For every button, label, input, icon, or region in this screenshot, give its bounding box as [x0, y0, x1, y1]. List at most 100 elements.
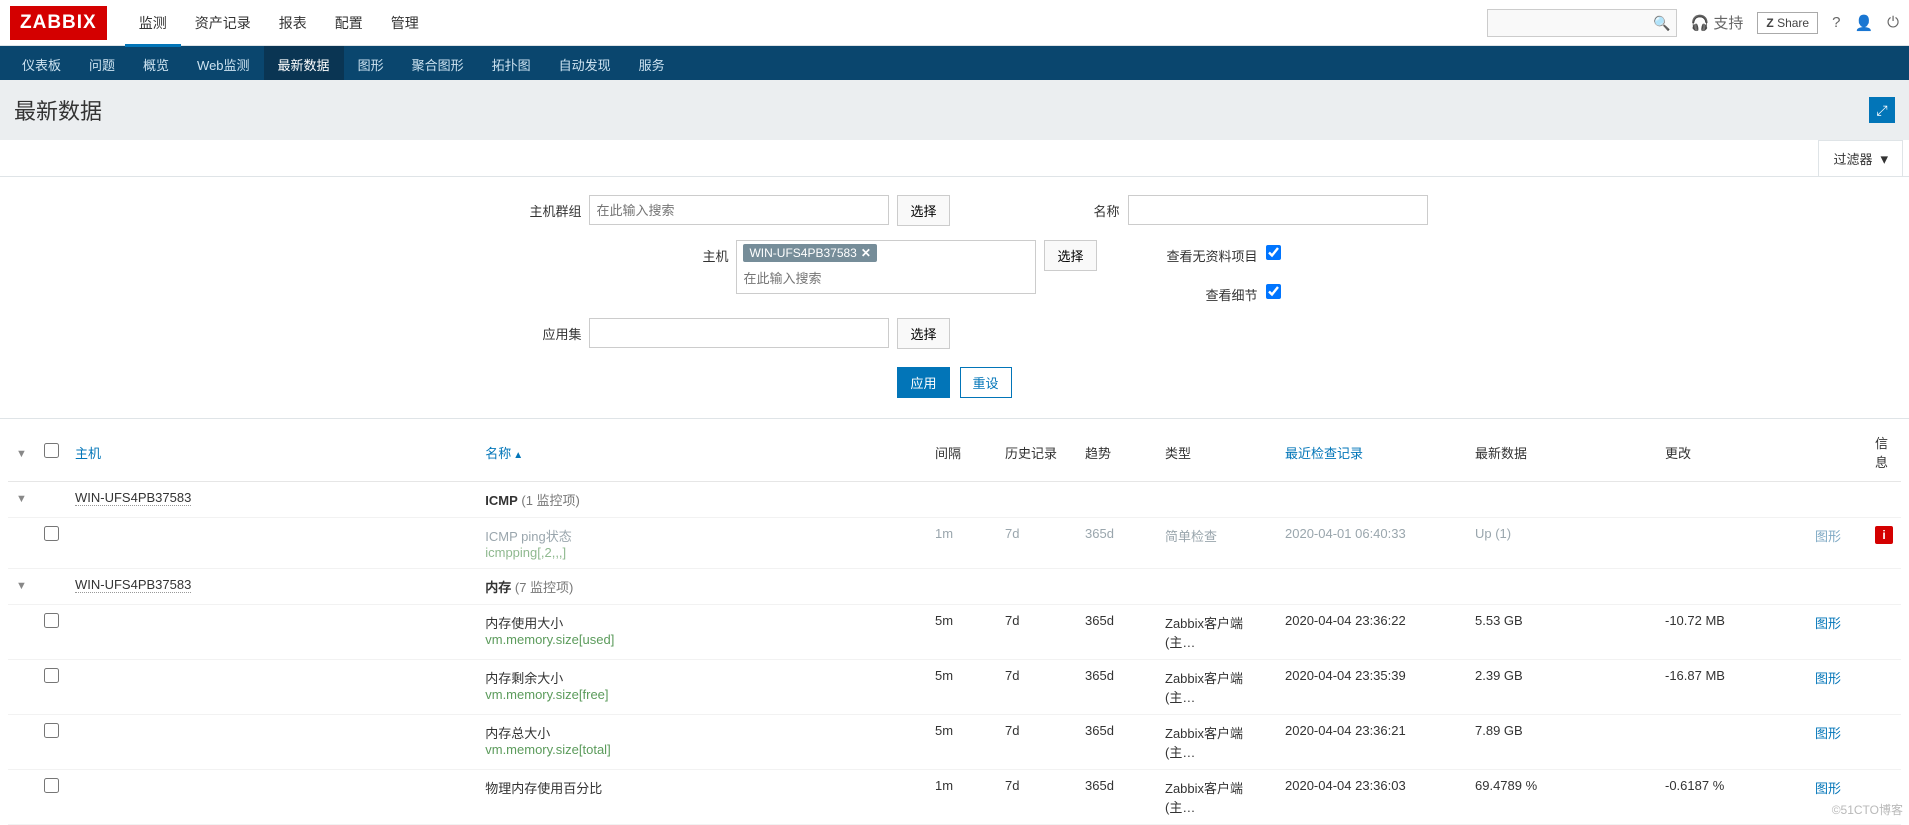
- support-label: 支持: [1713, 12, 1743, 33]
- subnav-item[interactable]: 问题: [75, 46, 129, 80]
- subnav-item[interactable]: 图形: [344, 46, 398, 80]
- name-input[interactable]: [1128, 195, 1428, 225]
- cell-type: 简单检查: [1157, 518, 1277, 569]
- select-all-checkbox[interactable]: [44, 443, 59, 458]
- global-search: 🔍: [1487, 9, 1677, 37]
- col-host[interactable]: 主机: [75, 446, 101, 461]
- topbar: ZABBIX 监测资产记录报表配置管理 🔍 🎧 支持 Z Share ? 👤 ⏻: [0, 0, 1909, 46]
- subnav-item[interactable]: 仪表板: [8, 46, 75, 80]
- show-details-checkbox[interactable]: [1266, 284, 1281, 299]
- item-name: 物理内存使用百分比: [485, 778, 919, 797]
- graph-link[interactable]: 图形: [1815, 671, 1841, 686]
- host-select-button[interactable]: 选择: [1044, 240, 1096, 271]
- cell-lastcheck: 2020-04-04 23:36:22: [1277, 605, 1467, 660]
- cell-history: 7d: [997, 518, 1077, 569]
- col-type: 类型: [1157, 423, 1277, 482]
- mainnav-item[interactable]: 报表: [265, 0, 321, 47]
- label-appset: 应用集: [481, 318, 581, 343]
- col-history: 历史记录: [997, 423, 1077, 482]
- row-checkbox[interactable]: [44, 613, 59, 628]
- search-icon[interactable]: 🔍: [1653, 15, 1670, 32]
- cell-interval: 1m: [927, 770, 997, 825]
- hostgroup-multiselect[interactable]: [589, 195, 889, 225]
- cell-lastvalue: 69.4789 %: [1467, 770, 1657, 825]
- show-no-data-checkbox[interactable]: [1266, 245, 1281, 260]
- col-trends: 趋势: [1077, 423, 1157, 482]
- table-row: 内存总大小vm.memory.size[total]5m7d365dZabbix…: [8, 715, 1901, 770]
- cell-type: Zabbix客户端(主…: [1157, 605, 1277, 660]
- expand-icon[interactable]: ▼: [16, 580, 28, 592]
- host-link[interactable]: WIN-UFS4PB37583: [75, 577, 191, 593]
- col-lastvalue: 最新数据: [1467, 423, 1657, 482]
- subnav-item[interactable]: 拓扑图: [478, 46, 545, 80]
- cell-interval: 5m: [927, 660, 997, 715]
- fullscreen-button[interactable]: ⤢: [1869, 97, 1895, 123]
- data-area: ▼ 主机 名称▲ 间隔 历史记录 趋势 类型 最近检查记录 最新数据 更改 信息…: [0, 419, 1909, 825]
- host-chip[interactable]: WIN-UFS4PB37583 ✕: [743, 244, 876, 262]
- cell-history: 7d: [997, 660, 1077, 715]
- row-checkbox[interactable]: [44, 723, 59, 738]
- row-checkbox[interactable]: [44, 526, 59, 541]
- mainnav-item[interactable]: 配置: [321, 0, 377, 47]
- row-checkbox[interactable]: [44, 668, 59, 683]
- filter-tab[interactable]: 过滤器 ▾: [1818, 140, 1903, 176]
- col-change: 更改: [1657, 423, 1807, 482]
- share-button[interactable]: Z Share: [1757, 12, 1818, 34]
- graph-link[interactable]: 图形: [1815, 781, 1841, 796]
- graph-link[interactable]: 图形: [1815, 529, 1841, 544]
- search-input[interactable]: [1487, 9, 1677, 37]
- info-icon[interactable]: i: [1875, 526, 1893, 544]
- col-name[interactable]: 名称: [485, 446, 511, 461]
- sub-nav: 仪表板问题概览Web监测最新数据图形聚合图形拓扑图自动发现服务: [0, 46, 1909, 80]
- page-header: 最新数据 ⤢: [0, 80, 1909, 140]
- cell-change: -16.87 MB: [1657, 660, 1807, 715]
- cell-lastcheck: 2020-04-04 23:36:03: [1277, 770, 1467, 825]
- appset-select-button[interactable]: 选择: [897, 318, 949, 349]
- cell-history: 7d: [997, 605, 1077, 660]
- cell-lastvalue: 7.89 GB: [1467, 715, 1657, 770]
- subnav-item[interactable]: 自动发现: [545, 46, 625, 80]
- support-link[interactable]: 🎧 支持: [1691, 12, 1744, 33]
- subnav-item[interactable]: Web监测: [183, 46, 264, 80]
- cell-interval: 5m: [927, 715, 997, 770]
- user-icon[interactable]: 👤: [1854, 14, 1873, 32]
- host-link[interactable]: WIN-UFS4PB37583: [75, 490, 191, 506]
- expand-icon[interactable]: ▼: [16, 493, 28, 505]
- graph-link[interactable]: 图形: [1815, 726, 1841, 741]
- page-title: 最新数据: [14, 94, 102, 126]
- mainnav-item[interactable]: 监测: [125, 0, 181, 47]
- col-lastcheck[interactable]: 最近检查记录: [1285, 446, 1363, 461]
- mainnav-item[interactable]: 资产记录: [181, 0, 265, 47]
- hostgroup-input[interactable]: [596, 199, 882, 221]
- expand-all-icon[interactable]: ▼: [16, 448, 28, 460]
- host-input[interactable]: [743, 266, 1029, 290]
- help-icon[interactable]: ?: [1832, 14, 1840, 31]
- hostgroup-select-button[interactable]: 选择: [897, 195, 949, 226]
- subnav-item[interactable]: 最新数据: [264, 46, 344, 80]
- latest-data-table: ▼ 主机 名称▲ 间隔 历史记录 趋势 类型 最近检查记录 最新数据 更改 信息…: [8, 423, 1901, 825]
- power-icon[interactable]: ⏻: [1887, 14, 1899, 31]
- cell-history: 7d: [997, 715, 1077, 770]
- mainnav-item[interactable]: 管理: [377, 0, 433, 47]
- host-multiselect[interactable]: WIN-UFS4PB37583 ✕: [736, 240, 1036, 294]
- label-host: 主机: [628, 240, 728, 265]
- subnav-item[interactable]: 聚合图形: [398, 46, 478, 80]
- sort-asc-icon: ▲: [513, 450, 523, 461]
- reset-button[interactable]: 重设: [960, 367, 1012, 398]
- graph-link[interactable]: 图形: [1815, 616, 1841, 631]
- subnav-item[interactable]: 概览: [129, 46, 183, 80]
- cell-type: Zabbix客户端(主…: [1157, 660, 1277, 715]
- filter-tab-row: 过滤器 ▾: [0, 140, 1909, 177]
- table-row: 物理内存使用百分比1m7d365dZabbix客户端(主…2020-04-04 …: [8, 770, 1901, 825]
- brand-logo[interactable]: ZABBIX: [10, 6, 107, 40]
- col-info: 信息: [1867, 423, 1901, 482]
- cell-lastvalue: Up (1): [1467, 518, 1657, 569]
- apply-button[interactable]: 应用: [897, 367, 949, 398]
- cell-change: -10.72 MB: [1657, 605, 1807, 660]
- row-checkbox[interactable]: [44, 778, 59, 793]
- item-name: 内存总大小: [485, 723, 919, 742]
- host-chip-remove-icon[interactable]: ✕: [861, 246, 871, 260]
- cell-interval: 1m: [927, 518, 997, 569]
- appset-input[interactable]: [589, 318, 889, 348]
- subnav-item[interactable]: 服务: [625, 46, 679, 80]
